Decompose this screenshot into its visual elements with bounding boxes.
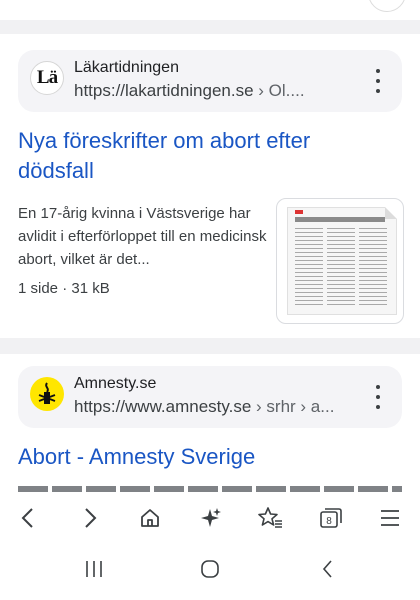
- tab-count: 8: [326, 516, 332, 527]
- document-thumbnail[interactable]: [276, 198, 404, 324]
- search-result-card: Amnesty.se https://www.amnesty.se › srhr…: [0, 354, 420, 496]
- site-name: Läkartidningen: [74, 59, 179, 76]
- search-result-card: Lä Läkartidningen https://lakartidningen…: [0, 34, 420, 338]
- home-circle-icon[interactable]: [190, 554, 230, 584]
- more-options-icon[interactable]: [368, 69, 388, 93]
- site-name: Amnesty.se: [74, 375, 157, 392]
- favicon-text: Lä: [36, 67, 58, 88]
- home-icon[interactable]: [130, 502, 170, 534]
- url-domain: https://lakartidningen.se: [74, 81, 254, 100]
- url-path: › srhr › a...: [251, 397, 335, 416]
- back-icon[interactable]: [8, 502, 48, 534]
- site-url: https://www.amnesty.se › srhr › a...: [74, 397, 354, 417]
- sparkle-icon[interactable]: [190, 502, 230, 534]
- more-options-icon[interactable]: [368, 385, 388, 409]
- document-preview: [287, 207, 397, 315]
- cut-off-snippet: [18, 486, 402, 492]
- result-source[interactable]: Lä Läkartidningen https://lakartidningen…: [18, 50, 402, 112]
- browser-toolbar: 8: [0, 496, 420, 540]
- menu-icon[interactable]: [370, 502, 410, 534]
- result-title-link[interactable]: Nya föreskrifter om abort efter dödsfall: [18, 126, 378, 186]
- result-title-link[interactable]: Abort - Amnesty Sverige: [18, 442, 378, 472]
- url-domain: https://www.amnesty.se: [74, 397, 252, 416]
- previous-result-card: [0, 0, 420, 20]
- recent-apps-icon[interactable]: [74, 554, 114, 584]
- tabs-icon[interactable]: 8: [310, 502, 350, 534]
- url-path: › Ol....: [253, 81, 305, 100]
- favorites-icon[interactable]: [250, 502, 290, 534]
- site-url: https://lakartidningen.se › Ol....: [74, 81, 354, 101]
- forward-icon[interactable]: [70, 502, 110, 534]
- scroll-top-button[interactable]: [368, 0, 406, 12]
- result-source[interactable]: Amnesty.se https://www.amnesty.se › srhr…: [18, 366, 402, 428]
- amnesty-candle-icon: [30, 377, 64, 411]
- back-nav-icon[interactable]: [308, 554, 348, 584]
- system-navigation-bar: [0, 540, 420, 600]
- site-favicon: Lä: [30, 61, 64, 95]
- result-snippet: En 17-årig kvinna i Västsverige har avli…: [18, 205, 267, 268]
- result-meta: 1 side · 31 kB: [18, 280, 110, 297]
